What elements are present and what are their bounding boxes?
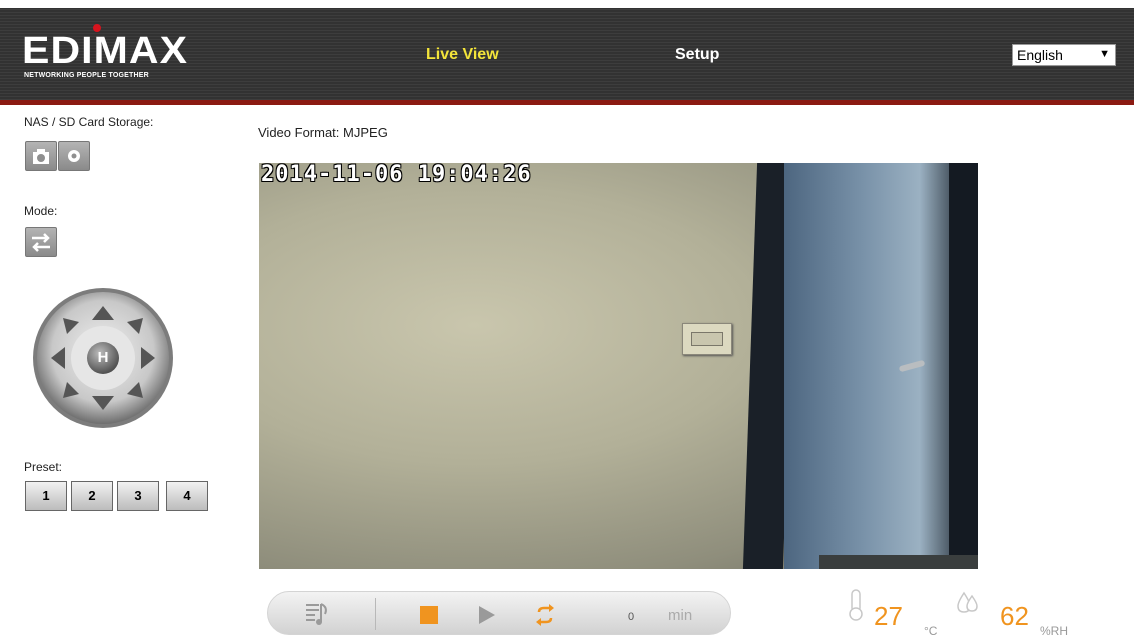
video-timestamp: 2014-11-06 19:04:26 [261, 163, 532, 187]
record-icon [68, 150, 80, 162]
preset-4-button[interactable]: 4 [166, 481, 208, 511]
snapshot-button[interactable] [25, 141, 57, 171]
preset-2-button[interactable]: 2 [71, 481, 113, 511]
audio-icon[interactable] [304, 601, 330, 627]
loop-icon[interactable] [534, 604, 556, 626]
pan-up-icon[interactable] [90, 304, 116, 322]
top-header: EDIMAX NETWORKING PEOPLE TOGETHER Live V… [0, 8, 1134, 105]
pan-right-icon[interactable] [139, 345, 157, 371]
storage-label: NAS / SD Card Storage: [24, 115, 154, 129]
nav-setup[interactable]: Setup [675, 46, 719, 64]
logo-wordmark: EDIMAX [22, 30, 189, 72]
video-format-label: Video Format: MJPEG [258, 125, 388, 140]
logo-tagline: NETWORKING PEOPLE TOGETHER [24, 72, 149, 79]
preset-3-button[interactable]: 3 [117, 481, 159, 511]
pan-left-icon[interactable] [49, 345, 67, 371]
language-selected: English [1017, 47, 1063, 63]
temperature-value: 27 [874, 601, 903, 631]
record-button[interactable] [58, 141, 90, 171]
video-light-switch [682, 323, 732, 355]
camera-icon [33, 149, 49, 164]
ptz-home-button[interactable]: H [87, 342, 119, 374]
video-door-frame [949, 163, 978, 569]
pan-up-right-icon[interactable] [125, 316, 145, 336]
ptz-control: H [31, 286, 175, 430]
stop-icon[interactable] [420, 606, 438, 624]
control-divider [375, 598, 376, 630]
play-icon[interactable] [477, 605, 497, 625]
nav-live-view[interactable]: Live View [426, 46, 499, 64]
timer-unit: min [668, 607, 693, 624]
humidity-value: 62 [1000, 601, 1029, 631]
preset-label: Preset: [24, 460, 63, 474]
playback-control-bar: 0 min [267, 591, 731, 635]
switch-mode-icon [32, 233, 50, 252]
home-label: H [97, 349, 109, 366]
pan-down-left-icon[interactable] [61, 380, 81, 400]
thermometer-icon [849, 589, 863, 621]
edimax-logo: EDIMAX NETWORKING PEOPLE TOGETHER [22, 24, 187, 84]
pan-down-right-icon[interactable] [125, 380, 145, 400]
mode-label: Mode: [24, 204, 58, 218]
temperature-unit: °C [924, 624, 938, 638]
preset-1-button[interactable]: 1 [25, 481, 67, 511]
pan-up-left-icon[interactable] [61, 316, 81, 336]
dropdown-arrow-icon: ▼ [1099, 48, 1110, 60]
mode-switch-button[interactable] [25, 227, 57, 257]
live-video-feed[interactable]: 2014-11-06 19:04:26 [259, 163, 978, 569]
timer-value: 0 [628, 611, 635, 623]
pan-down-icon[interactable] [90, 394, 116, 412]
language-select[interactable]: English ▼ [1012, 44, 1116, 66]
video-floor [819, 555, 978, 569]
humidity-unit: %RH [1040, 624, 1069, 638]
humidity-drop-icon [957, 591, 978, 613]
